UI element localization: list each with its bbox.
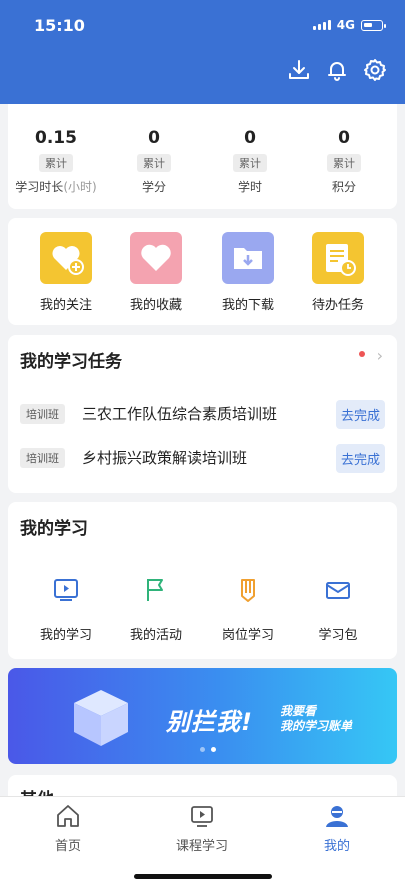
signal-icon — [313, 20, 331, 30]
quick-label: 我的收藏 — [129, 298, 182, 313]
gear-icon[interactable] — [363, 58, 387, 82]
play-screen-icon — [54, 579, 78, 601]
task-complete-button[interactable]: 去完成 — [335, 400, 385, 429]
tasks-card: 我的学习任务 › 培训班 三农工作队伍综合素质培训班 去完成 培训班 乡村振兴政… — [8, 335, 397, 493]
download-folder-icon — [222, 232, 274, 284]
banner-subline: 我要看 — [280, 704, 317, 718]
quick-follow-button[interactable]: 我的关注 — [26, 232, 106, 313]
battery-icon — [361, 20, 386, 31]
stat-tag: 累计 — [137, 154, 171, 172]
study-my-learning[interactable]: 我的学习 — [26, 576, 106, 643]
cube-illustration — [74, 690, 128, 746]
stat-tag: 累计 — [233, 154, 267, 172]
task-row[interactable]: 培训班 乡村振兴政策解读培训班 去完成 — [20, 444, 385, 473]
stat-class-hours[interactable]: 0 累计 学时 — [202, 128, 298, 195]
course-play-icon — [191, 806, 213, 827]
study-my-activities[interactable]: 我的活动 — [116, 576, 196, 643]
task-name: 三农工作队伍综合素质培训班 — [82, 405, 278, 423]
stat-label: 学习时长 — [15, 180, 64, 194]
study-label: 岗位学习 — [221, 628, 274, 643]
stat-study-hours[interactable]: 0.15 累计 学习时长(小时) — [8, 128, 104, 195]
study-label: 我的学习 — [39, 628, 92, 643]
unread-dot — [359, 351, 365, 357]
pencil-icon — [241, 579, 255, 602]
study-label: 我的活动 — [129, 628, 182, 643]
stat-label: 积分 — [331, 180, 356, 194]
task-row[interactable]: 培训班 三农工作队伍综合素质培训班 去完成 — [20, 400, 385, 429]
stat-unit: (小时) — [63, 180, 97, 194]
todo-doc-icon — [312, 232, 364, 284]
stat-tag: 累计 — [39, 154, 73, 172]
stat-value: 0.15 — [35, 128, 77, 148]
stat-value: 0 — [244, 128, 256, 148]
quick-todo-button[interactable]: 待办任务 — [298, 232, 378, 313]
stats-card: 0.15 累计 学习时长(小时) 0 累计 学分 0 累计 学时 0 累计 积分 — [8, 104, 397, 209]
quick-label: 我的下载 — [221, 298, 274, 313]
carousel-indicator — [200, 747, 216, 752]
stat-tag: 累计 — [327, 154, 361, 172]
tab-label: 我的 — [323, 839, 350, 854]
quick-actions-card: 我的关注 我的收藏 我的下载 待办任务 — [8, 218, 397, 325]
promo-banner[interactable]: 别拦我! 我要看 我的学习账单 — [8, 668, 397, 764]
tab-courses[interactable]: 课程学习 — [152, 803, 252, 854]
study-card: 我的学习 我的学习 我的活动 岗位学习 学习包 — [8, 502, 397, 659]
task-name: 乡村振兴政策解读培训班 — [82, 449, 248, 467]
quick-label: 待办任务 — [311, 298, 364, 313]
stat-value: 0 — [148, 128, 160, 148]
study-package[interactable]: 学习包 — [298, 576, 378, 643]
home-icon — [57, 805, 79, 827]
stat-label: 学时 — [237, 180, 262, 194]
chevron-right-icon[interactable]: › — [377, 346, 383, 365]
flag-icon — [147, 579, 163, 601]
tab-label: 首页 — [54, 839, 81, 854]
task-complete-button[interactable]: 去完成 — [335, 444, 385, 473]
user-icon — [326, 806, 348, 827]
tab-label: 课程学习 — [175, 839, 228, 854]
study-label: 学习包 — [318, 628, 358, 643]
banner-subline: 我的学习账单 — [280, 719, 353, 733]
task-badge: 培训班 — [20, 404, 65, 424]
tab-mine[interactable]: 我的 — [287, 803, 387, 854]
stat-value: 0 — [338, 128, 350, 148]
network-label: 4G — [336, 18, 355, 32]
banner-headline: 别拦我! — [166, 708, 253, 736]
heart-icon — [130, 232, 182, 284]
quick-favorites-button[interactable]: 我的收藏 — [116, 232, 196, 313]
envelope-icon — [326, 582, 350, 599]
stat-label: 学分 — [141, 180, 166, 194]
header: 15:10 4G — [0, 0, 405, 104]
home-indicator — [134, 874, 272, 879]
stat-credits[interactable]: 0 累计 学分 — [106, 128, 202, 195]
download-icon[interactable] — [287, 58, 311, 82]
quick-label: 我的关注 — [39, 298, 92, 313]
status-time: 15:10 — [34, 16, 85, 35]
study-post-learning[interactable]: 岗位学习 — [208, 576, 288, 643]
stat-points[interactable]: 0 累计 积分 — [296, 128, 392, 195]
quick-downloads-button[interactable]: 我的下载 — [208, 232, 288, 313]
tab-home[interactable]: 首页 — [18, 803, 118, 854]
bell-icon[interactable] — [325, 58, 349, 82]
task-badge: 培训班 — [20, 448, 65, 468]
study-title: 我的学习 — [20, 519, 88, 539]
heart-plus-icon — [40, 232, 92, 284]
status-bar: 15:10 4G — [0, 14, 405, 38]
tasks-title: 我的学习任务 — [20, 352, 122, 372]
